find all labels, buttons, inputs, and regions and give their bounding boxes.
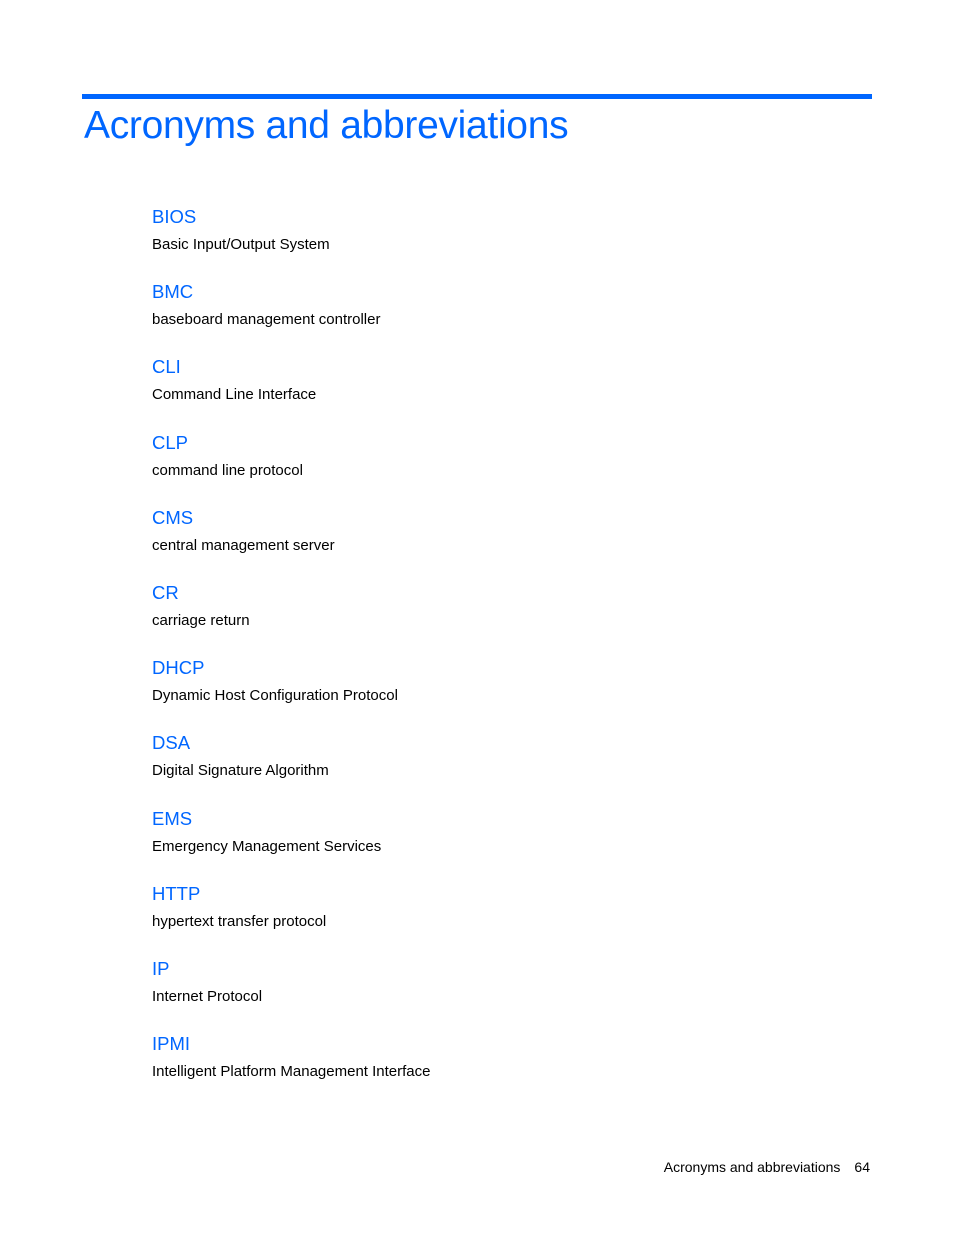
acronym-term[interactable]: DSA xyxy=(152,730,430,756)
acronym-definition: baseboard management controller xyxy=(152,311,381,329)
acronym-term[interactable]: DHCP xyxy=(152,655,430,681)
acronym-list: BIOS Basic Input/Output System BMC baseb… xyxy=(152,204,430,1106)
acronym-entry: HTTP hypertext transfer protocol xyxy=(152,881,430,956)
acronym-entry: IPMI Intelligent Platform Management Int… xyxy=(152,1031,430,1106)
acronym-term[interactable]: CMS xyxy=(152,505,430,531)
acronym-definition: command line protocol xyxy=(152,461,303,479)
acronym-term[interactable]: CLI xyxy=(152,354,430,380)
acronym-definition: central management server xyxy=(152,536,335,554)
acronym-term[interactable]: EMS xyxy=(152,806,430,832)
acronym-term[interactable]: IPMI xyxy=(152,1031,430,1057)
acronym-definition: Dynamic Host Configuration Protocol xyxy=(152,687,398,705)
acronym-term[interactable]: CLP xyxy=(152,430,430,456)
acronym-entry: BIOS Basic Input/Output System xyxy=(152,204,430,279)
acronym-entry: CLP command line protocol xyxy=(152,430,430,505)
acronym-entry: DHCP Dynamic Host Configuration Protocol xyxy=(152,655,430,730)
acronym-entry: CLI Command Line Interface xyxy=(152,354,430,429)
acronym-term[interactable]: IP xyxy=(152,956,430,982)
acronym-term[interactable]: BIOS xyxy=(152,204,430,230)
acronym-term[interactable]: HTTP xyxy=(152,881,430,907)
page-footer: Acronyms and abbreviations 64 xyxy=(664,1158,870,1176)
acronym-entry: DSA Digital Signature Algorithm xyxy=(152,730,430,805)
acronym-entry: BMC baseboard management controller xyxy=(152,279,430,354)
acronym-definition: Emergency Management Services xyxy=(152,837,382,855)
page-title: Acronyms and abbreviations xyxy=(84,104,569,147)
acronym-definition: Digital Signature Algorithm xyxy=(152,762,329,780)
acronym-term[interactable]: BMC xyxy=(152,279,430,305)
acronym-term[interactable]: CR xyxy=(152,580,430,606)
acronym-entry: CR carriage return xyxy=(152,580,430,655)
acronym-entry: EMS Emergency Management Services xyxy=(152,806,430,881)
acronym-definition: carriage return xyxy=(152,611,250,629)
acronym-definition: hypertext transfer protocol xyxy=(152,912,327,930)
title-rule xyxy=(82,94,872,99)
acronym-definition: Internet Protocol xyxy=(152,987,263,1005)
acronym-definition: Command Line Interface xyxy=(152,386,317,404)
acronym-definition: Basic Input/Output System xyxy=(152,236,330,253)
acronym-entry: IP Internet Protocol xyxy=(152,956,430,1031)
footer-section-title: Acronyms and abbreviations xyxy=(663,1159,841,1175)
acronym-definition: Intelligent Platform Management Interfac… xyxy=(152,1063,431,1081)
acronym-entry: CMS central management server xyxy=(152,505,430,580)
page-number: 64 xyxy=(854,1159,870,1175)
